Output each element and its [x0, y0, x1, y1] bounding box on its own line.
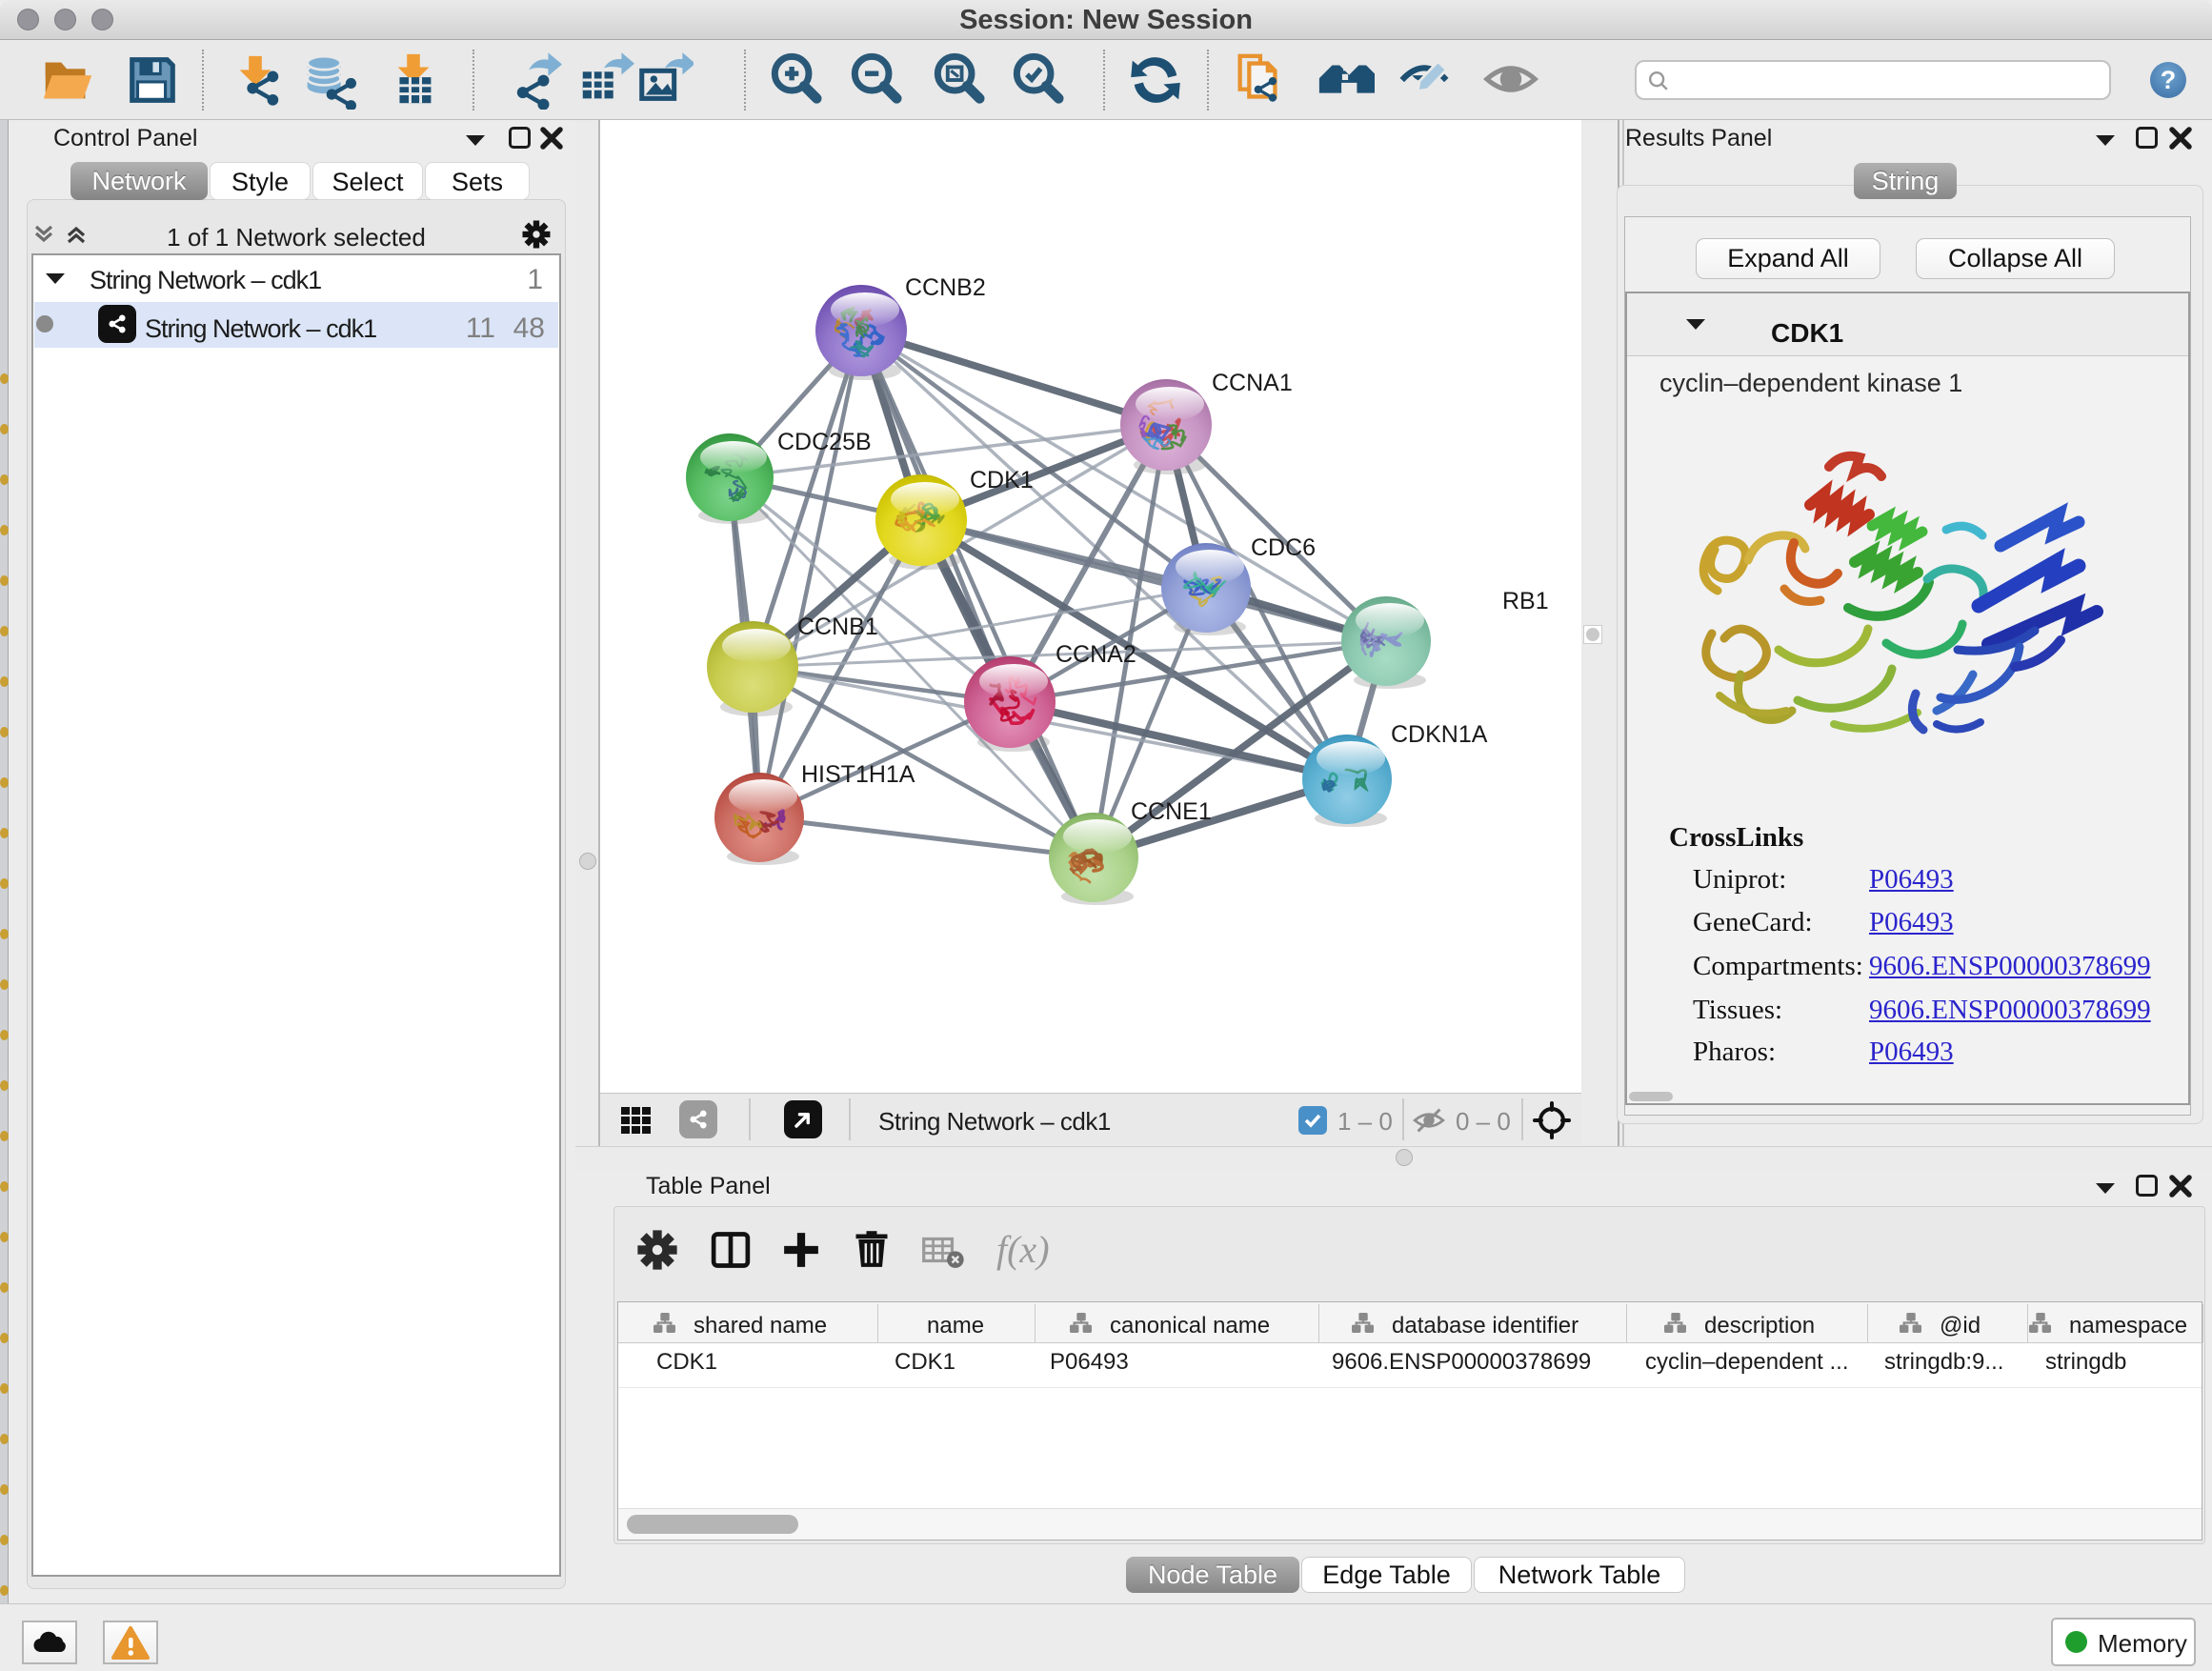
svg-text:CCNB2: CCNB2 — [905, 274, 986, 301]
svg-text:CCNE1: CCNE1 — [1131, 798, 1212, 825]
svg-text:CDKN1A: CDKN1A — [1391, 721, 1488, 748]
svg-text:CCNA1: CCNA1 — [1212, 370, 1293, 396]
svg-text:CDC6: CDC6 — [1251, 534, 1316, 561]
svg-text:CCNA2: CCNA2 — [1056, 641, 1136, 668]
svg-text:CDK1: CDK1 — [970, 467, 1034, 493]
svg-text:CCNB1: CCNB1 — [797, 614, 878, 640]
svg-text:RB1: RB1 — [1502, 588, 1549, 614]
svg-text:HIST1H1A: HIST1H1A — [801, 761, 915, 788]
svg-text:CDC25B: CDC25B — [777, 429, 872, 455]
